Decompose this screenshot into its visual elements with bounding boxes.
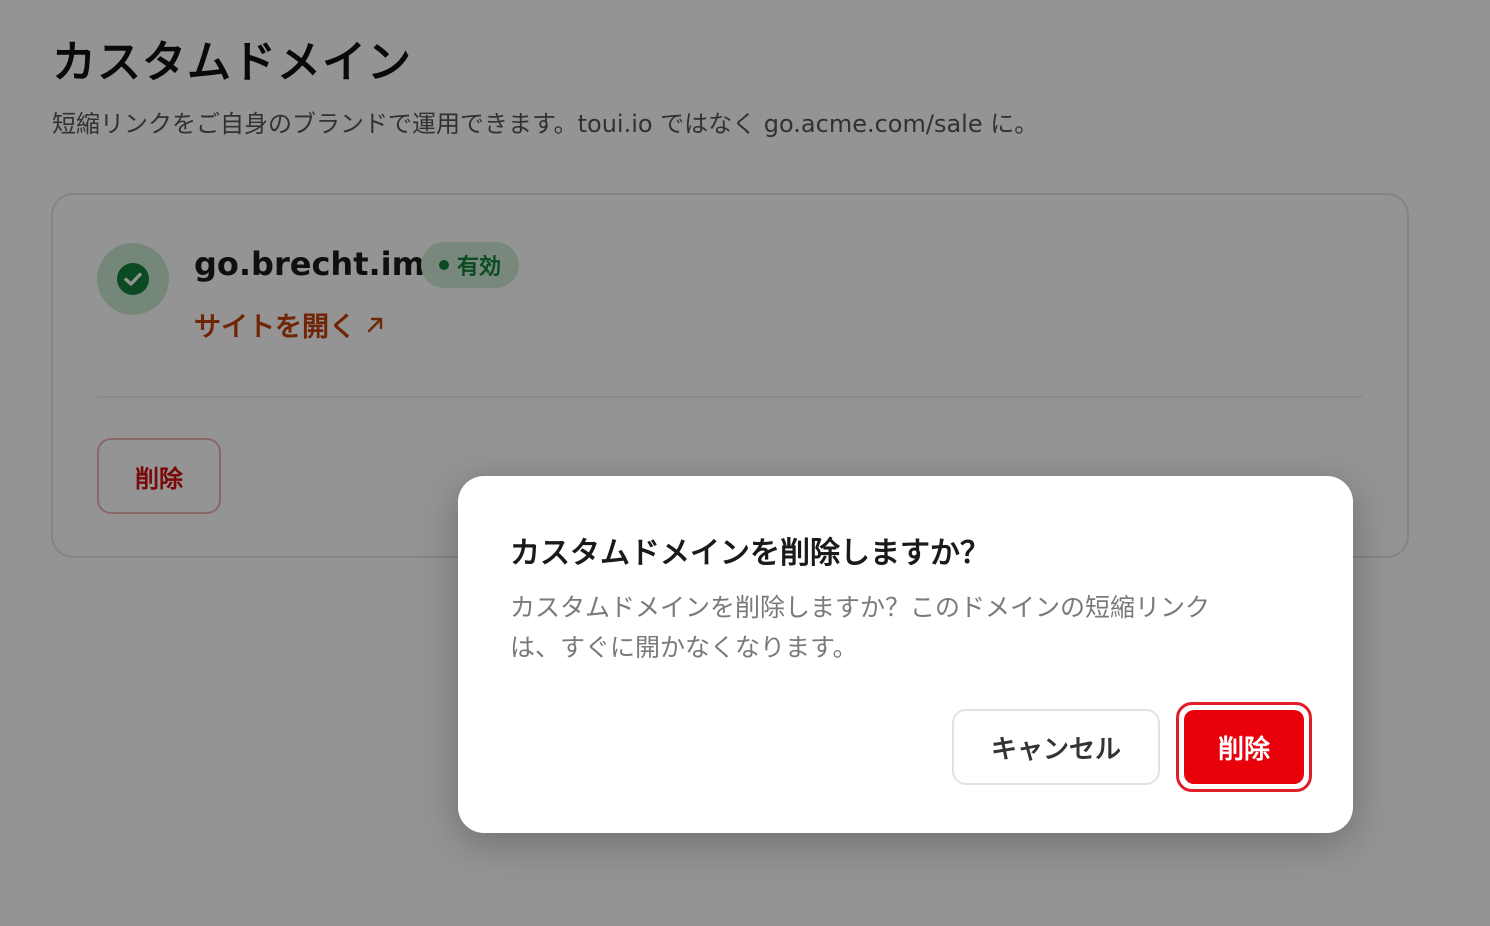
delete-confirmation-dialog: カスタムドメインを削除しますか？ カスタムドメインを削除しますか？このドメインの…: [458, 476, 1353, 833]
confirm-delete-button[interactable]: 削除: [1184, 710, 1304, 784]
dialog-message-line-2: は、すぐに開かなくなります。: [510, 633, 858, 662]
dialog-message-line-1: カスタムドメインを削除しますか？このドメインの短縮リンク: [510, 593, 1211, 622]
dialog-title: カスタムドメインを削除しますか？: [510, 536, 990, 571]
cancel-button[interactable]: キャンセル: [952, 709, 1160, 785]
dialog-message: カスタムドメインを削除しますか？このドメインの短縮リンク は、すぐに開かなくなり…: [510, 588, 1310, 668]
